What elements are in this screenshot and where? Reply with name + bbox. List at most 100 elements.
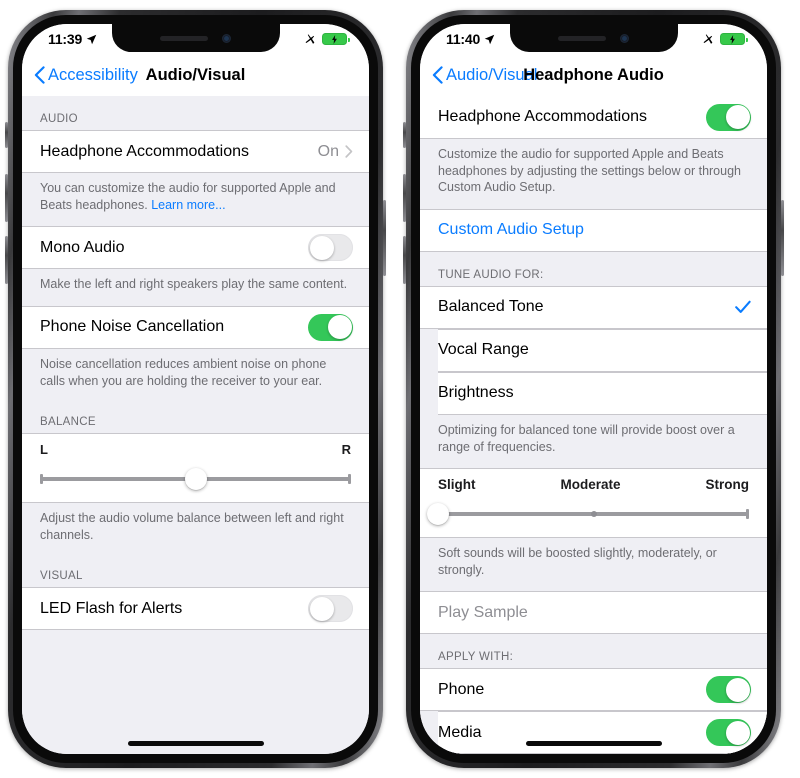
strength-slider-row[interactable]: Slight Moderate Strong xyxy=(420,468,767,539)
navigation-bar-left: Accessibility Audio/Visual xyxy=(22,54,369,96)
footnote-headphone-accommodations: Customize the audio for supported Apple … xyxy=(438,147,741,195)
row-media[interactable]: Media xyxy=(438,711,767,754)
row-vocal-range[interactable]: Vocal Range xyxy=(438,328,767,372)
row-label: Phone xyxy=(438,680,485,698)
strength-slider-labels: Slight Moderate Strong xyxy=(438,477,749,492)
row-label: Brightness xyxy=(438,384,514,402)
section-header-balance: BALANCE xyxy=(40,416,96,429)
row-phone[interactable]: Phone xyxy=(420,668,767,712)
mono-audio-toggle[interactable] xyxy=(308,234,353,262)
battery-charging-icon xyxy=(322,33,350,45)
settings-list-left[interactable]: AUDIO Headphone Accommodations On You ca… xyxy=(22,96,369,754)
row-label: Mono Audio xyxy=(40,238,125,256)
status-bar-left-cluster: 11:39 xyxy=(48,31,97,47)
mute-switch[interactable] xyxy=(5,122,8,148)
settings-list-right[interactable]: Headphone Accommodations Customize the a… xyxy=(420,96,767,754)
slider-end-cap-right xyxy=(746,509,749,520)
section-header-visual: VISUAL xyxy=(40,570,83,583)
chevron-left-icon xyxy=(34,66,45,84)
slider-end-cap-right xyxy=(348,474,351,485)
back-button-audio-visual[interactable]: Audio/Visual xyxy=(432,66,537,85)
row-label: Play Sample xyxy=(438,603,528,621)
earpiece-speaker-icon xyxy=(160,35,208,41)
apply-with-phone-toggle[interactable] xyxy=(706,676,751,704)
phone-noise-cancellation-toggle[interactable] xyxy=(308,313,353,341)
balance-slider-thumb[interactable] xyxy=(184,468,207,491)
footnote-tune-audio: Optimizing for balanced tone will provid… xyxy=(438,422,735,454)
status-bar-right-cluster xyxy=(303,33,350,46)
row-label: Custom Audio Setup xyxy=(438,221,584,239)
footnote-balance: Adjust the audio volume balance between … xyxy=(40,511,344,542)
balance-slider-track[interactable] xyxy=(40,468,351,491)
row-custom-audio-setup[interactable]: Custom Audio Setup xyxy=(420,208,767,252)
row-balanced-tone[interactable]: Balanced Tone xyxy=(420,285,767,329)
row-brightness[interactable]: Brightness xyxy=(438,371,767,415)
home-indicator-right[interactable] xyxy=(525,741,662,746)
row-phone-noise-cancellation[interactable]: Phone Noise Cancellation xyxy=(22,305,369,349)
iphone-device-right: 11:40 Audio/Visual Headphone Audio Headp… xyxy=(403,10,784,768)
status-bar-left-cluster: 11:40 xyxy=(446,31,495,47)
device-screen-right: 11:40 Audio/Visual Headphone Audio Headp… xyxy=(420,24,767,754)
chevron-right-icon xyxy=(345,145,353,158)
apply-with-media-toggle[interactable] xyxy=(706,719,751,747)
toggle-knob xyxy=(725,720,750,745)
strength-label-strong: Strong xyxy=(705,477,750,493)
balance-right-label: R xyxy=(341,442,351,458)
volume-up-button[interactable] xyxy=(5,174,8,222)
strength-slider-track[interactable] xyxy=(427,503,749,526)
front-camera-icon xyxy=(620,33,629,43)
row-value-on: On xyxy=(317,142,339,160)
row-headphone-accommodations-toggle[interactable]: Headphone Accommodations xyxy=(420,96,767,139)
strength-slider-thumb[interactable] xyxy=(427,503,449,526)
footnote-mono-audio: Make the left and right speakers play th… xyxy=(40,277,348,292)
charging-bolt-icon xyxy=(332,34,337,44)
footnote-headphone-accommodations: You can customize the audio for supporte… xyxy=(22,173,369,226)
row-play-sample[interactable]: Play Sample xyxy=(420,591,767,635)
mute-switch[interactable] xyxy=(403,122,406,148)
row-label: LED Flash for Alerts xyxy=(40,599,183,617)
balance-left-label: L xyxy=(40,442,48,458)
row-label: Headphone Accommodations xyxy=(438,108,648,125)
volume-down-button[interactable] xyxy=(5,236,8,284)
navigation-bar-right: Audio/Visual Headphone Audio xyxy=(420,54,767,96)
status-bar-clock: 11:40 xyxy=(446,31,481,47)
tune-audio-options-group: Balanced Tone Vocal Range Brightness xyxy=(420,285,767,415)
slider-end-cap-left xyxy=(40,474,43,485)
front-camera-icon xyxy=(222,33,231,43)
footnote-noise-cancellation: Noise cancellation reduces ambient noise… xyxy=(40,356,327,388)
status-bar-clock: 11:39 xyxy=(48,31,83,47)
airplane-mode-icon xyxy=(305,33,315,44)
section-header-tune-audio-for: TUNE AUDIO FOR: xyxy=(438,268,544,281)
row-headphone-accommodations[interactable]: Headphone Accommodations On xyxy=(22,130,369,173)
home-indicator-left[interactable] xyxy=(127,741,264,746)
chevron-left-icon xyxy=(432,66,443,84)
learn-more-link[interactable]: Learn more... xyxy=(151,198,225,212)
back-button-accessibility[interactable]: Accessibility xyxy=(34,66,138,85)
footnote-strength: Soft sounds will be boosted slightly, mo… xyxy=(438,546,717,577)
toggle-knob xyxy=(327,315,352,340)
row-mono-audio[interactable]: Mono Audio xyxy=(22,226,369,270)
row-label: Phone Noise Cancellation xyxy=(40,318,225,336)
device-bezel-right: 11:40 Audio/Visual Headphone Audio Headp… xyxy=(411,15,776,763)
airplane-mode-icon xyxy=(703,33,713,44)
side-power-button[interactable] xyxy=(383,200,386,276)
side-power-button[interactable] xyxy=(781,200,784,276)
balance-slider-row[interactable]: L R xyxy=(22,433,369,504)
volume-down-button[interactable] xyxy=(403,236,406,284)
back-button-label: Audio/Visual xyxy=(446,65,538,84)
back-button-label: Accessibility xyxy=(48,65,138,84)
toggle-knob xyxy=(309,596,334,621)
balance-slider-labels: L R xyxy=(40,442,351,457)
device-screen-left: 11:39 Accessibility Audio/Visual AUDIO H… xyxy=(22,24,369,754)
section-header-audio: AUDIO xyxy=(40,113,78,125)
volume-up-button[interactable] xyxy=(403,174,406,222)
row-label: Headphone Accommodations xyxy=(40,142,250,160)
led-flash-toggle[interactable] xyxy=(308,595,353,623)
toggle-knob xyxy=(725,677,750,702)
earpiece-speaker-icon xyxy=(558,35,606,41)
row-led-flash-for-alerts[interactable]: LED Flash for Alerts xyxy=(22,587,369,631)
toggle-knob xyxy=(309,235,334,260)
location-arrow-icon xyxy=(86,34,97,44)
headphone-accommodations-toggle[interactable] xyxy=(706,103,751,131)
row-label: Balanced Tone xyxy=(438,298,544,316)
